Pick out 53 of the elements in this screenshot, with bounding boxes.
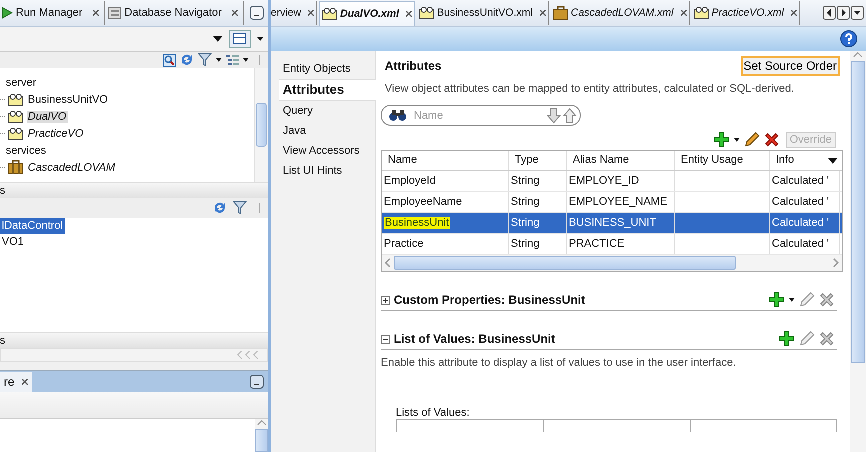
- nav-item[interactable]: Query: [271, 101, 375, 121]
- table-cell: Calculated ': [772, 238, 830, 250]
- section-title: s: [0, 334, 6, 346]
- table-cell: PRACTICE: [569, 238, 625, 250]
- editor-tab[interactable]: PracticeVO.xml: [692, 1, 800, 25]
- column-header[interactable]: Name: [382, 151, 509, 170]
- nav-item[interactable]: List UI Hints: [271, 161, 375, 181]
- table-cell: BUSINESS_UNIT: [569, 217, 656, 229]
- tree-item[interactable]: DualVO: [27, 110, 68, 122]
- panel-tab[interactable]: re: [0, 372, 32, 392]
- description: Enable this attribute to display a list of values to use in the user interface.: [381, 357, 738, 369]
- table-cell: EMPLOYEE_NAME: [569, 196, 668, 208]
- table-cell: String: [511, 238, 540, 250]
- nav-item[interactable]: Java: [271, 121, 375, 141]
- table-cell: EmployeeName: [384, 196, 462, 208]
- table-cell: String: [511, 196, 540, 208]
- nav-item[interactable]: View Accessors: [271, 141, 375, 161]
- search-field[interactable]: Name: [381, 105, 581, 126]
- table-cell: Calculated ': [772, 196, 830, 208]
- table-cell: Calculated ': [772, 217, 830, 229]
- editor-tab[interactable]: erview: [271, 1, 318, 25]
- panel-tab[interactable]: Run Manager: [0, 1, 105, 25]
- editor-tab[interactable]: BusinessUnitVO.xml: [417, 1, 549, 25]
- editor-tab[interactable]: DualVO.xml: [319, 0, 416, 26]
- tree-item[interactable]: services: [5, 144, 48, 156]
- section-title: List of Values: BusinessUnit: [394, 332, 556, 346]
- table-cell: BusinessUnit: [384, 217, 450, 229]
- table-cell: EMPLOYE_ID: [569, 175, 640, 187]
- table-cell: EmployeId: [384, 175, 436, 187]
- tree-item[interactable]: PracticeVO: [27, 128, 85, 140]
- section-title: s: [0, 184, 6, 196]
- description: View object attributes can be mapped to entity attributes, calculated or SQL-derived.: [385, 83, 796, 95]
- data-control-item[interactable]: VO1: [0, 234, 26, 250]
- table-cell: String: [511, 217, 540, 229]
- tree-item[interactable]: BusinessUnitVO: [27, 94, 110, 106]
- column-header[interactable]: Entity Usage: [675, 151, 770, 170]
- column-header[interactable]: Info: [770, 151, 840, 170]
- editor-tab[interactable]: CascadedLOVAM.xml: [550, 1, 690, 25]
- nav-item[interactable]: Attributes: [279, 79, 376, 101]
- table-cell: Calculated ': [772, 175, 830, 187]
- tree-item[interactable]: server: [5, 76, 38, 88]
- panel-tab[interactable]: Database Navigator: [102, 1, 244, 25]
- page-title: Attributes: [385, 59, 442, 73]
- table-label: Lists of Values:: [396, 407, 471, 419]
- set-source-order-button[interactable]: Set Source Order: [740, 56, 840, 76]
- table-cell: Practice: [384, 238, 424, 250]
- column-header[interactable]: Alias Name: [567, 151, 675, 170]
- nav-item[interactable]: Entity Objects: [271, 59, 375, 79]
- tree-item[interactable]: CascadedLOVAM: [27, 162, 116, 174]
- table-cell: String: [511, 175, 540, 187]
- column-header[interactable]: Type: [509, 151, 567, 170]
- section-title: Custom Properties: BusinessUnit: [394, 293, 586, 307]
- data-control-item[interactable]: lDataControl: [0, 218, 66, 234]
